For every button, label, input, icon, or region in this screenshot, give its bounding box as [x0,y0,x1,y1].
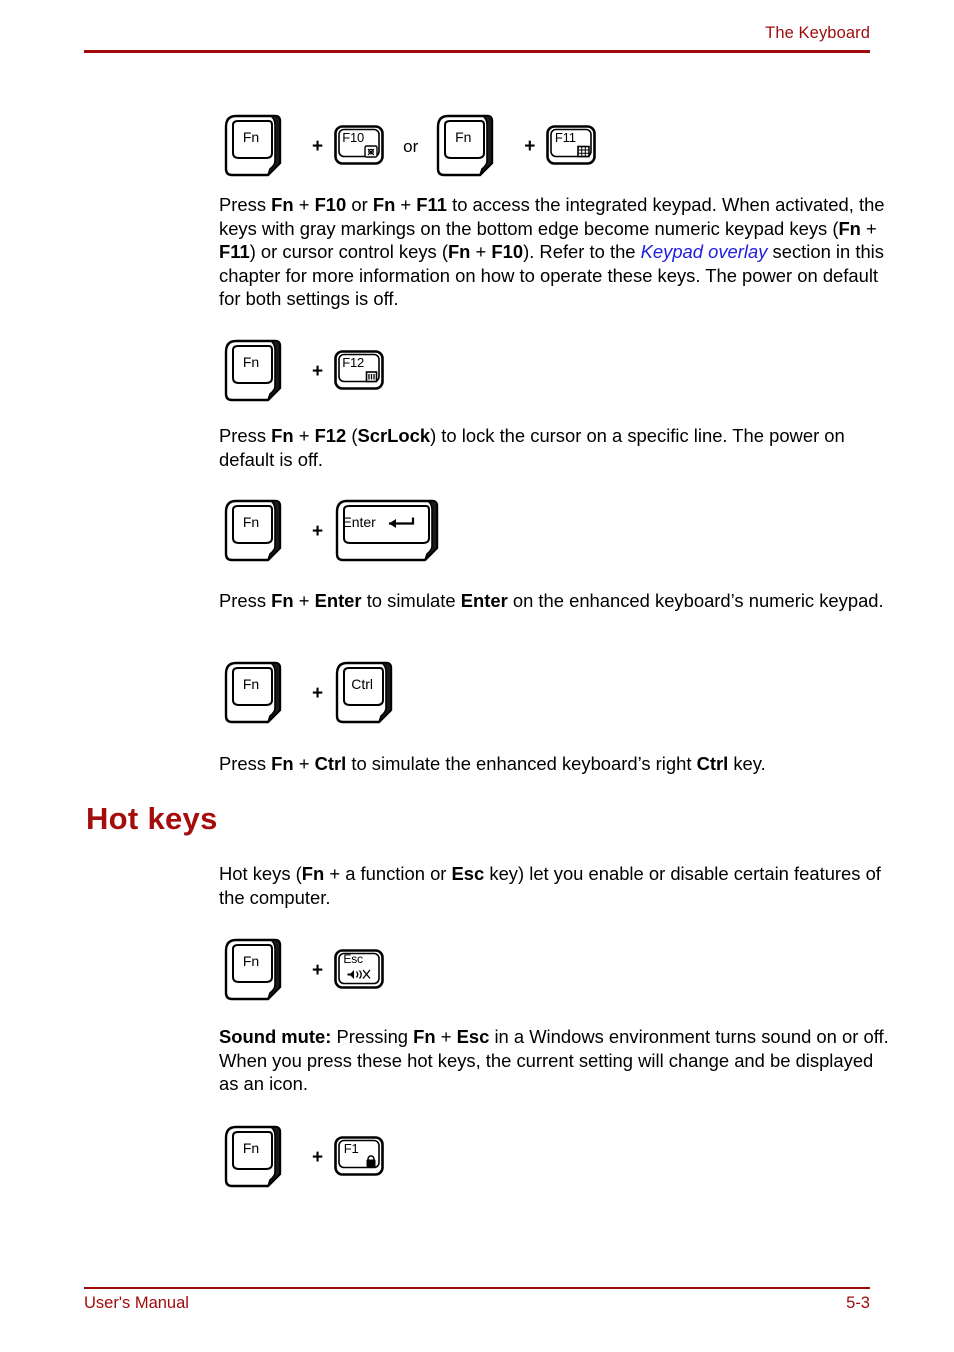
key-combo-row-esc: Fn + Esc [222,937,385,1003]
text-run: to simulate the enhanced keyboard’s righ… [346,753,697,774]
key-fn[interactable]: Fn [222,937,294,1003]
text-bold: Enter [314,590,362,611]
text-run: + [435,1026,457,1047]
text-bold: Fn [372,194,396,215]
paragraph-scrlock: Press Fn + F12 (ScrLock) to lock the cur… [219,424,891,471]
text-run: Press [219,753,272,774]
text-bold: Fn [413,1026,436,1047]
text-run: or [346,194,373,215]
text-bold: Sound mute: [219,1026,332,1047]
text-run: + [293,194,315,215]
text-run: + [860,217,877,239]
text-bold: Fn [271,753,294,774]
text-bold: Esc [456,1026,490,1047]
text-bold: Ctrl [314,753,347,774]
text-bold: Enter [460,590,508,611]
text-bold: F11 [416,194,447,215]
text-bold: F12 [314,425,347,446]
text-bold: ScrLock [357,425,431,446]
text-bold: Fn [271,425,294,446]
text-run: + a function or [324,863,452,884]
header-divider [84,50,870,53]
text-run: ). Refer to the [523,241,641,263]
key-fn[interactable]: Fn [222,1124,294,1190]
text-run: to simulate [361,590,461,611]
page-footer: User's Manual 5-3 [84,1294,870,1320]
keypad-overlay-link[interactable]: Keypad overlay [641,241,768,262]
text-run: ) or cursor control keys ( [249,241,448,263]
key-fn[interactable]: Fn [222,113,294,179]
paragraph-sound-mute: Sound mute: Pressing Fn + Esc in a Windo… [219,1025,891,1096]
plus-operator: + [312,360,324,382]
key-combo-row-f1: Fn + F1 [222,1124,385,1190]
key-fn[interactable]: Fn [222,498,294,564]
text-bold: F10 [314,194,347,215]
plus-operator: + [312,520,324,542]
text-run: Hot keys ( [219,863,302,884]
footer-divider [84,1287,870,1289]
text-bold: F10 [491,241,524,263]
footer-manual-label: User's Manual [84,1294,189,1312]
text-bold: Esc [451,863,485,884]
text-bold: F11 [219,241,250,263]
footer-page-number: 5-3 [846,1294,870,1312]
text-run: on the enhanced keyboard’s numeric keypa… [507,590,884,611]
key-esc[interactable]: Esc [333,948,385,990]
scrlock-icon [365,371,378,383]
text-run: + [293,425,315,446]
key-f10[interactable]: F10 [333,124,385,166]
key-fn[interactable]: Fn [222,660,294,726]
text-run: + [293,753,315,774]
paragraph-enter: Press Fn + Enter to simulate Enter on th… [219,589,891,613]
plus-operator: + [312,959,324,981]
text-run: ( [346,425,358,446]
key-ctrl[interactable]: Ctrl [333,660,405,726]
paragraph-keypad: Press Fn + F10 or Fn + F11 to access the… [219,193,891,311]
plus-operator: + [312,135,324,157]
key-enter[interactable]: Enter [333,498,449,564]
text-bold: Fn [271,194,294,215]
text-bold: Fn [838,217,861,239]
document-page: The Keyboard Fn + F10 or Fn + F11 Press … [0,0,954,1352]
text-run: Press [219,194,272,215]
or-operator: or [403,136,419,156]
paragraph-hotkeys-intro: Hot keys (Fn + a function or Esc key) le… [219,862,891,909]
key-combo-row-f10-f11: Fn + F10 or Fn + F11 [222,113,597,179]
text-run: key. [728,753,766,774]
key-f12[interactable]: F12 [333,349,385,391]
key-combo-row-f12: Fn + F12 [222,338,385,404]
plus-operator: + [524,135,536,157]
text-bold: Fn [271,590,294,611]
text-bold: Fn [301,863,325,884]
key-fn[interactable]: Fn [222,338,294,404]
plus-operator: + [312,1146,324,1168]
numeric-keypad-icon [577,145,591,158]
text-run: + [395,194,417,215]
key-f11[interactable]: F11 [545,124,597,166]
text-bold: Fn [447,241,471,263]
text-run: Press [219,590,272,611]
key-combo-row-enter: Fn + Enter [222,498,449,564]
text-bold: Ctrl [696,753,729,774]
key-combo-row-ctrl: Fn + Ctrl [222,660,405,726]
key-fn[interactable]: Fn [434,113,506,179]
page-title-hot-keys: Hot keys [86,801,218,836]
text-run: + [293,590,315,611]
plus-operator: + [312,682,324,704]
text-run: + [470,241,492,263]
key-f1[interactable]: F1 [333,1135,385,1177]
paragraph-ctrl: Press Fn + Ctrl to simulate the enhanced… [219,752,891,776]
header-title: The Keyboard [765,24,870,42]
text-run: Pressing [331,1026,414,1047]
text-run: Press [219,425,272,446]
